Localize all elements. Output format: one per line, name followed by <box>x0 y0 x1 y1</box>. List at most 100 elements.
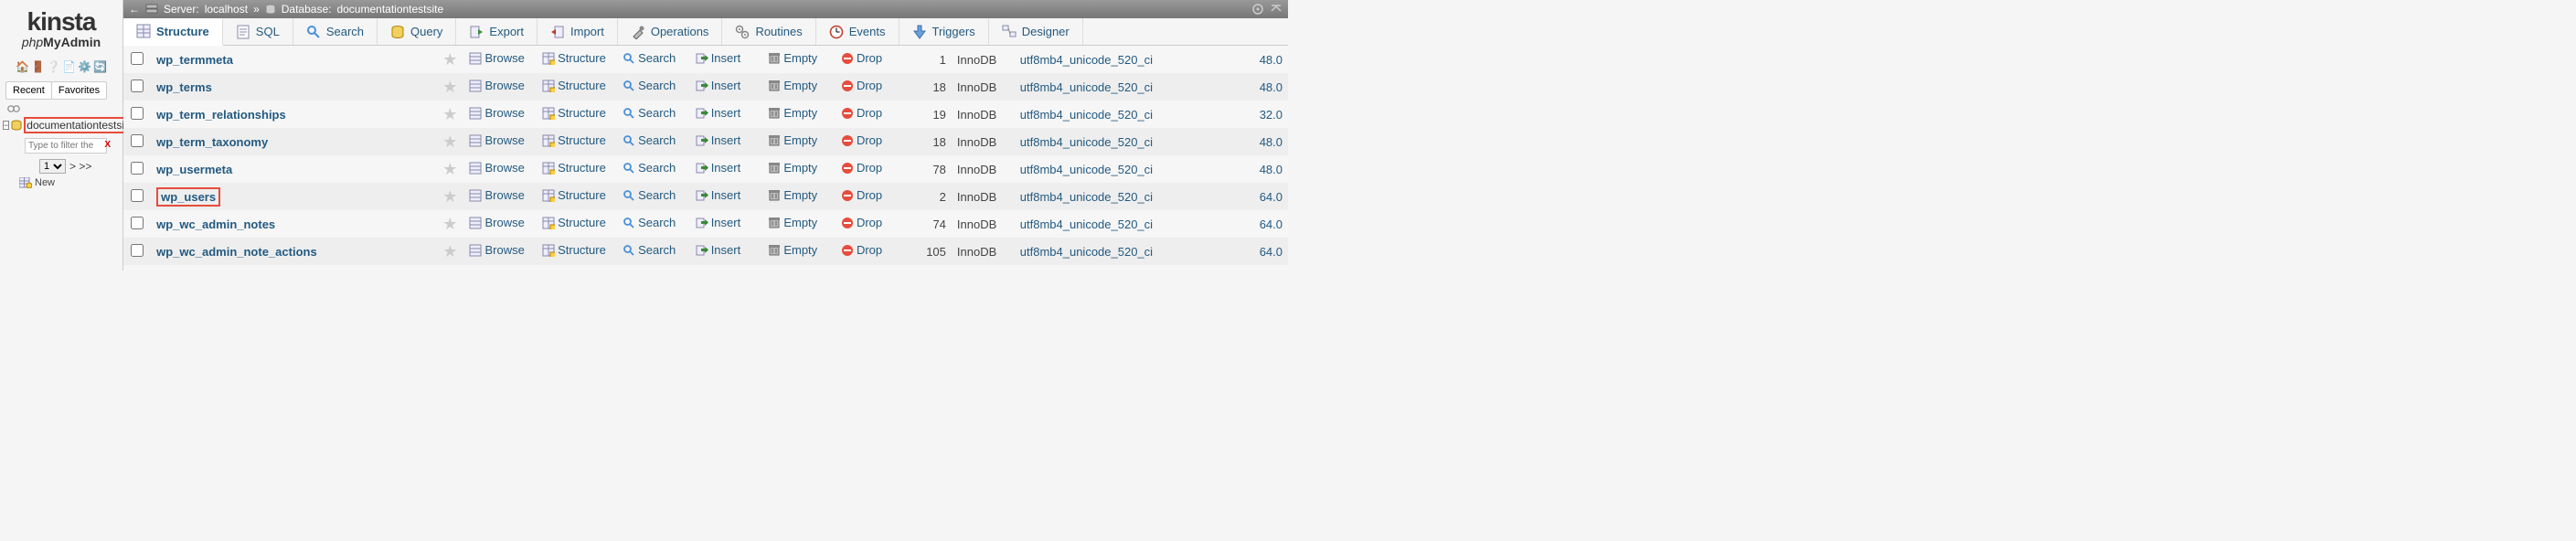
structure-action[interactable]: Structure <box>542 79 606 92</box>
collation[interactable]: utf8mb4_unicode_520_ci <box>1020 163 1153 176</box>
favorite-star[interactable]: ★ <box>436 265 463 270</box>
tab-export[interactable]: Export <box>456 18 538 45</box>
collapse-icon[interactable] <box>0 105 122 116</box>
minus-icon[interactable]: − <box>3 121 9 130</box>
clear-filter-icon[interactable]: X <box>104 140 111 150</box>
browse-action[interactable]: Browse <box>469 243 524 257</box>
browse-action[interactable]: Browse <box>469 106 524 120</box>
insert-action[interactable]: Insert <box>696 106 741 120</box>
search-action[interactable]: Search <box>623 106 676 120</box>
drop-action[interactable]: Drop <box>841 51 882 65</box>
tree-new-node[interactable]: New <box>3 177 120 188</box>
empty-action[interactable]: Empty <box>768 243 817 257</box>
search-action[interactable]: Search <box>623 243 676 257</box>
table-link[interactable]: wp_usermeta <box>156 163 232 176</box>
empty-action[interactable]: Empty <box>768 51 817 65</box>
search-action[interactable]: Search <box>623 161 676 175</box>
size[interactable]: 64.0 <box>1260 217 1283 231</box>
database-link[interactable]: documentationtestsite <box>336 3 443 16</box>
row-checkbox[interactable] <box>131 134 144 147</box>
favorite-star[interactable]: ★ <box>436 155 463 183</box>
browse-action[interactable]: Browse <box>469 161 524 175</box>
tab-triggers[interactable]: Triggers <box>899 18 989 45</box>
insert-action[interactable]: Insert <box>696 133 741 147</box>
structure-action[interactable]: Structure <box>542 133 606 147</box>
collation[interactable]: utf8mb4_unicode_520_ci <box>1020 217 1153 231</box>
row-checkbox[interactable] <box>131 244 144 257</box>
tab-query[interactable]: Query <box>378 18 456 45</box>
favorite-star[interactable]: ★ <box>436 46 463 73</box>
row-checkbox[interactable] <box>131 107 144 120</box>
reload-icon[interactable]: 🔄 <box>93 60 107 74</box>
structure-action[interactable]: Structure <box>542 243 606 257</box>
favorite-star[interactable]: ★ <box>436 73 463 101</box>
drop-action[interactable]: Drop <box>841 79 882 92</box>
structure-action[interactable]: Structure <box>542 51 606 65</box>
size[interactable]: 64.0 <box>1260 245 1283 259</box>
collapse-top-icon[interactable] <box>1270 3 1283 16</box>
structure-action[interactable]: Structure <box>542 161 606 175</box>
table-link[interactable]: wp_termmeta <box>156 53 233 67</box>
collation[interactable]: utf8mb4_unicode_520_ci <box>1020 190 1153 204</box>
row-checkbox[interactable] <box>131 189 144 202</box>
collation[interactable]: utf8mb4_unicode_520_ci <box>1020 135 1153 149</box>
insert-action[interactable]: Insert <box>696 79 741 92</box>
empty-action[interactable]: Empty <box>768 133 817 147</box>
table-link[interactable]: wp_wc_admin_notes <box>156 217 275 231</box>
row-checkbox[interactable] <box>131 162 144 175</box>
structure-action[interactable]: Structure <box>542 216 606 229</box>
browse-action[interactable]: Browse <box>469 133 524 147</box>
browse-action[interactable]: Browse <box>469 188 524 202</box>
settings-icon[interactable]: ⚙️ <box>78 60 91 74</box>
logout-icon[interactable]: 🚪 <box>31 60 45 74</box>
size[interactable]: 32.0 <box>1260 108 1283 122</box>
empty-action[interactable]: Empty <box>768 216 817 229</box>
table-link[interactable]: wp_terms <box>156 80 212 94</box>
drop-action[interactable]: Drop <box>841 106 882 120</box>
server-link[interactable]: localhost <box>205 3 248 16</box>
favorite-star[interactable]: ★ <box>436 101 463 128</box>
insert-action[interactable]: Insert <box>696 188 741 202</box>
tab-routines[interactable]: Routines <box>722 18 815 45</box>
browse-action[interactable]: Browse <box>469 79 524 92</box>
gear-icon[interactable] <box>1251 3 1264 16</box>
drop-action[interactable]: Drop <box>841 216 882 229</box>
tab-events[interactable]: Events <box>816 18 899 45</box>
next-page-button[interactable]: > >> <box>69 160 91 173</box>
tab-search[interactable]: Search <box>293 18 378 45</box>
search-action[interactable]: Search <box>623 79 676 92</box>
table-link[interactable]: wp_term_relationships <box>156 108 286 122</box>
browse-action[interactable]: Browse <box>469 51 524 65</box>
drop-action[interactable]: Drop <box>841 133 882 147</box>
tab-operations[interactable]: Operations <box>618 18 723 45</box>
row-checkbox[interactable] <box>131 217 144 229</box>
size[interactable]: 48.0 <box>1260 135 1283 149</box>
tab-designer[interactable]: Designer <box>989 18 1083 45</box>
empty-action[interactable]: Empty <box>768 161 817 175</box>
row-checkbox[interactable] <box>131 52 144 65</box>
size[interactable]: 48.0 <box>1260 53 1283 67</box>
size[interactable]: 48.0 <box>1260 163 1283 176</box>
home-icon[interactable]: 🏠 <box>16 60 29 74</box>
tab-structure[interactable]: Structure <box>123 18 223 46</box>
favorite-star[interactable]: ★ <box>436 238 463 265</box>
drop-action[interactable]: Drop <box>841 161 882 175</box>
row-checkbox[interactable] <box>131 80 144 92</box>
search-action[interactable]: Search <box>623 133 676 147</box>
table-link[interactable]: wp_term_taxonomy <box>156 135 268 149</box>
insert-action[interactable]: Insert <box>696 216 741 229</box>
favorites-button[interactable]: Favorites <box>51 81 107 100</box>
size[interactable]: 48.0 <box>1260 80 1283 94</box>
collation[interactable]: utf8mb4_unicode_520_ci <box>1020 53 1153 67</box>
page-select[interactable]: 1 <box>39 159 66 174</box>
filter-input[interactable] <box>25 138 107 154</box>
drop-action[interactable]: Drop <box>841 188 882 202</box>
recent-button[interactable]: Recent <box>5 81 52 100</box>
search-action[interactable]: Search <box>623 188 676 202</box>
table-link[interactable]: wp_users <box>156 187 220 207</box>
collation[interactable]: utf8mb4_unicode_520_ci <box>1020 80 1153 94</box>
collation[interactable]: utf8mb4_unicode_520_ci <box>1020 108 1153 122</box>
search-action[interactable]: Search <box>623 51 676 65</box>
docs-icon[interactable]: ❔ <box>47 60 60 74</box>
collation[interactable]: utf8mb4_unicode_520_ci <box>1020 245 1153 259</box>
